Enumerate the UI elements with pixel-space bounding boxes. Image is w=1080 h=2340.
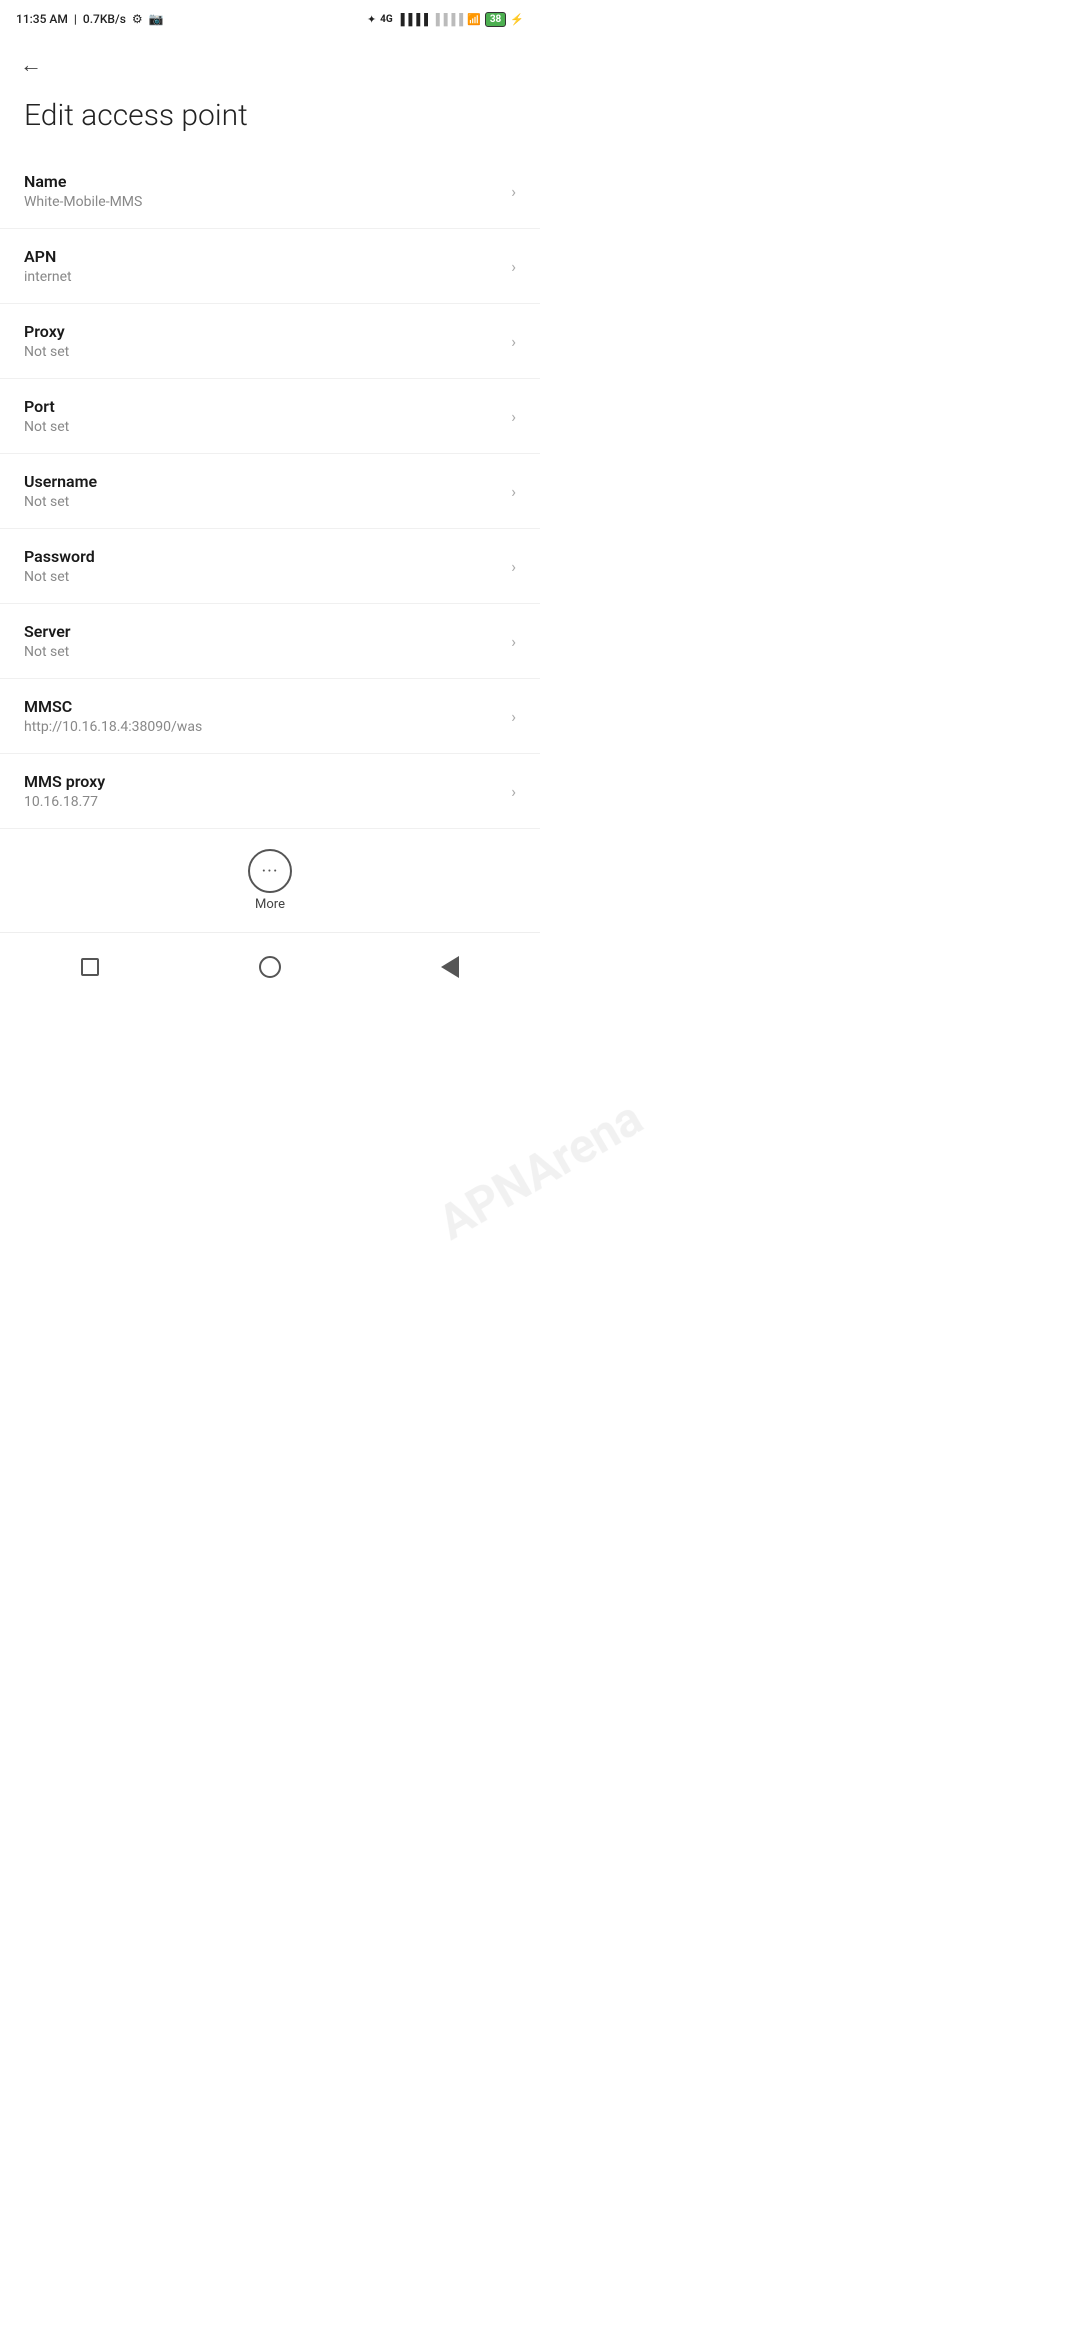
- settings-item-value: 10.16.18.77: [24, 794, 499, 810]
- chevron-right-icon: ›: [511, 332, 516, 351]
- settings-item-value: Not set: [24, 644, 499, 660]
- settings-item[interactable]: MMS proxy 10.16.18.77 ›: [0, 754, 540, 829]
- settings-item-content: Proxy Not set: [24, 322, 499, 360]
- signal-bars-icon: ▐▐▐▐: [397, 13, 428, 26]
- home-icon: [259, 956, 281, 978]
- back-arrow-icon: ←: [20, 53, 42, 78]
- settings-item-label: Server: [24, 622, 499, 641]
- settings-item-content: APN internet: [24, 247, 499, 285]
- time: 11:35 AM: [16, 12, 68, 26]
- more-label: More: [255, 897, 285, 912]
- recents-icon: [81, 958, 99, 976]
- status-left: 11:35 AM | 0.7KB/s ⚙ 📷: [16, 12, 164, 26]
- settings-list: Name White-Mobile-MMS › APN internet › P…: [0, 154, 540, 829]
- more-circle-icon: ···: [248, 849, 292, 893]
- chevron-right-icon: ›: [511, 257, 516, 276]
- wifi-icon: 📶: [467, 13, 481, 26]
- settings-item-label: Username: [24, 472, 499, 491]
- settings-item-label: Name: [24, 172, 499, 191]
- back-button[interactable]: ←: [0, 36, 540, 86]
- settings-item-content: MMS proxy 10.16.18.77: [24, 772, 499, 810]
- settings-item-value: Not set: [24, 344, 499, 360]
- settings-item-content: Password Not set: [24, 547, 499, 585]
- chevron-right-icon: ›: [511, 182, 516, 201]
- settings-item[interactable]: Port Not set ›: [0, 379, 540, 454]
- settings-item-value: http://10.16.18.4:38090/was: [24, 719, 499, 735]
- nav-home-button[interactable]: [250, 947, 290, 987]
- watermark: APNArena: [428, 1089, 652, 1251]
- settings-item-label: Password: [24, 547, 499, 566]
- status-bar: 11:35 AM | 0.7KB/s ⚙ 📷 ✦ 4G ▐▐▐▐ ▐▐▐▐ 📶 …: [0, 0, 540, 36]
- chevron-right-icon: ›: [511, 407, 516, 426]
- settings-item-label: Proxy: [24, 322, 499, 341]
- chevron-right-icon: ›: [511, 632, 516, 651]
- settings-item-value: Not set: [24, 494, 499, 510]
- settings-item[interactable]: Username Not set ›: [0, 454, 540, 529]
- settings-item-value: internet: [24, 269, 499, 285]
- bluetooth-icon: ✦: [367, 13, 376, 26]
- more-button[interactable]: ··· More: [248, 849, 292, 912]
- settings-item-content: Port Not set: [24, 397, 499, 435]
- settings-item[interactable]: Proxy Not set ›: [0, 304, 540, 379]
- settings-item[interactable]: MMSC http://10.16.18.4:38090/was ›: [0, 679, 540, 754]
- settings-item-value: Not set: [24, 419, 499, 435]
- separator: |: [74, 12, 77, 26]
- settings-item[interactable]: Server Not set ›: [0, 604, 540, 679]
- speed: 0.7KB/s: [83, 12, 126, 26]
- camera-icon: 📷: [149, 12, 164, 26]
- status-right: ✦ 4G ▐▐▐▐ ▐▐▐▐ 📶 38 ⚡: [367, 12, 524, 27]
- nav-back-button[interactable]: [430, 947, 470, 987]
- back-nav-icon: [441, 956, 459, 978]
- settings-item-value: White-Mobile-MMS: [24, 194, 499, 210]
- chevron-right-icon: ›: [511, 482, 516, 501]
- settings-item[interactable]: Name White-Mobile-MMS ›: [0, 154, 540, 229]
- settings-item-label: APN: [24, 247, 499, 266]
- settings-item-content: Username Not set: [24, 472, 499, 510]
- chevron-right-icon: ›: [511, 707, 516, 726]
- page-title: Edit access point: [0, 86, 540, 154]
- more-section: ··· More: [0, 829, 540, 924]
- battery-indicator: 38: [485, 12, 506, 27]
- chevron-right-icon: ›: [511, 557, 516, 576]
- signal-bars2-icon: ▐▐▐▐: [432, 13, 463, 26]
- settings-item-label: MMS proxy: [24, 772, 499, 791]
- settings-item-content: MMSC http://10.16.18.4:38090/was: [24, 697, 499, 735]
- settings-icon: ⚙: [132, 12, 143, 26]
- nav-recents-button[interactable]: [70, 947, 110, 987]
- settings-item[interactable]: APN internet ›: [0, 229, 540, 304]
- navigation-bar: [0, 932, 540, 1005]
- settings-item-label: Port: [24, 397, 499, 416]
- settings-item-value: Not set: [24, 569, 499, 585]
- charging-icon: ⚡: [510, 13, 524, 26]
- settings-item[interactable]: Password Not set ›: [0, 529, 540, 604]
- settings-item-label: MMSC: [24, 697, 499, 716]
- settings-item-content: Name White-Mobile-MMS: [24, 172, 499, 210]
- signal-4g-icon: 4G: [380, 14, 393, 25]
- chevron-right-icon: ›: [511, 782, 516, 801]
- settings-item-content: Server Not set: [24, 622, 499, 660]
